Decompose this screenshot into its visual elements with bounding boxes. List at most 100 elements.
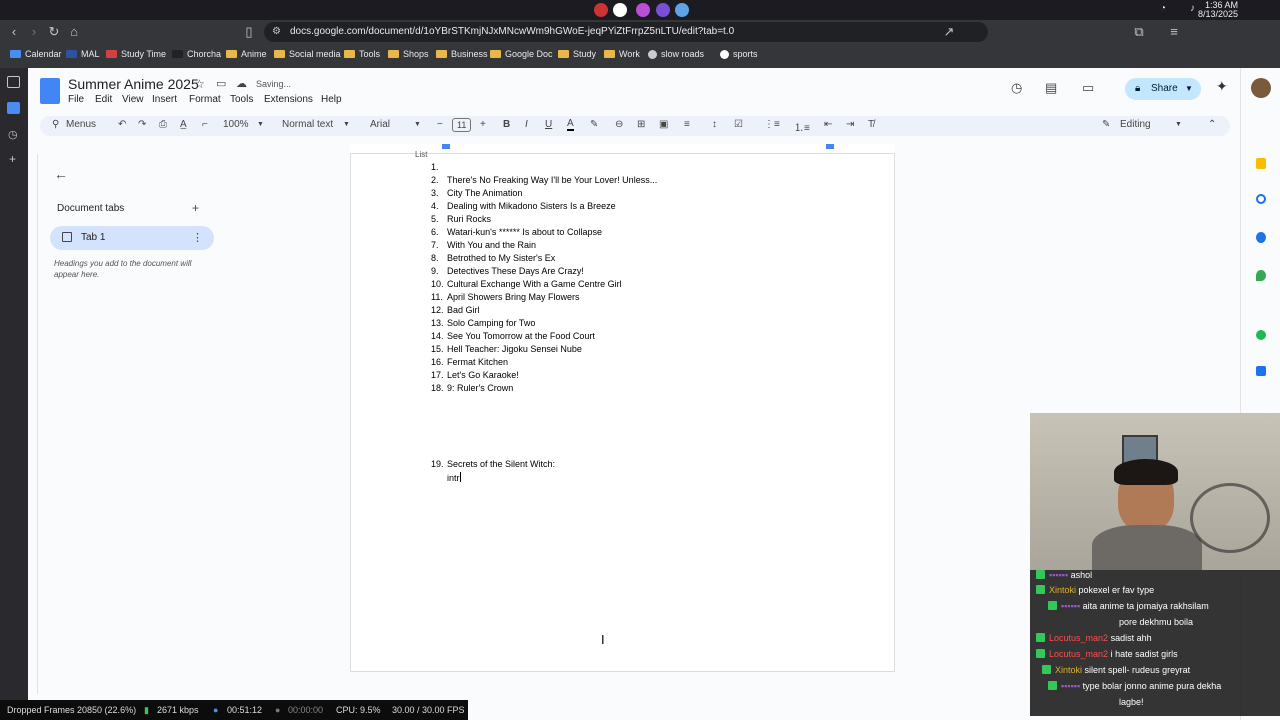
back-icon[interactable]: ‹ [5,23,23,41]
font-size-input[interactable]: 11 [452,118,472,132]
align-icon[interactable]: ≡ [684,119,690,130]
bookmark-anime[interactable]: Anime [226,49,267,59]
numbered-list-icon[interactable]: ⒈≡ [794,119,810,134]
document-page[interactable]: List 1. 2. There's No Freaking Way I'll be… [350,150,895,672]
list-item-12[interactable]: 12. Bad Girl [431,305,480,315]
indent-marker[interactable] [442,144,450,149]
list-item-5[interactable]: 5. Ruri Rocks [431,214,491,224]
bookmark-slow-roads[interactable]: slow roads [648,49,704,59]
system-clock[interactable]: 1:36 AM 8/13/2025 [1198,1,1238,19]
bookmark-study-time[interactable]: Study Time [106,49,166,59]
bookmark-work[interactable]: Work [604,49,640,59]
keep-icon[interactable] [1256,158,1266,169]
increase-font-icon[interactable]: + [480,119,486,130]
text-color-icon[interactable]: A [567,119,574,131]
chevron-down-icon[interactable]: ▼ [1175,121,1182,128]
gemini-icon[interactable]: ✦ [1216,78,1228,95]
vertical-ruler[interactable] [28,154,38,694]
bookmark-social-media[interactable]: Social media [274,49,341,59]
addon-icon[interactable] [1256,330,1266,340]
address-bar[interactable]: ⚙ docs.google.com/document/d/1oYBrSTKmjN… [264,22,988,42]
underline-icon[interactable]: U [545,119,552,130]
chevron-down-icon[interactable]: ▼ [414,121,421,128]
meet-icon[interactable]: ▭ [1082,80,1094,96]
right-margin-marker[interactable] [826,144,834,149]
version-history-icon[interactable]: ◷ [1011,80,1022,96]
tab-options-icon[interactable]: ⋮ [192,231,203,244]
list-item-11[interactable]: 11. April Showers Bring May Flowers [431,292,580,302]
menus-search[interactable]: Menus [66,119,96,130]
extensions-icon[interactable]: ⧉ [1130,23,1148,41]
decrease-font-icon[interactable]: − [437,119,443,130]
list-item-10[interactable]: 10. Cultural Exchange With a Game Centre … [431,279,622,289]
app-tray-icon[interactable] [656,3,670,17]
document-title[interactable]: Summer Anime 2025 [68,76,199,92]
list-item-4[interactable]: 4. Dealing with Mikadono Sisters Is a Bre… [431,201,616,211]
list-item-16[interactable]: 16. Fermat Kitchen [431,357,508,367]
share-button[interactable]: 🔒︎ Share ▼ [1125,78,1201,100]
star-icon[interactable]: ☆ [194,77,205,91]
list-item-9[interactable]: 9. Detectives These Days Are Crazy! [431,266,584,276]
share-page-icon[interactable]: ↗ [940,23,958,41]
app-tray-icon[interactable] [594,3,608,17]
list-item-7[interactable]: 7. With You and the Rain [431,240,536,250]
docs-logo-icon[interactable] [40,78,60,104]
link-icon[interactable]: ⊖ [615,119,623,130]
pencil-icon[interactable]: ✎ [1102,119,1110,130]
add-panel-icon[interactable]: + [9,152,16,166]
paint-format-icon[interactable]: ⌐ [202,119,208,130]
contacts-icon[interactable] [1256,232,1266,243]
reload-icon[interactable]: ↻ [45,23,63,41]
app-tray-icon[interactable] [675,3,689,17]
menu-edit[interactable]: Edit [95,94,112,105]
list-item-14[interactable]: 14. See You Tomorrow at the Food Court [431,331,595,341]
decrease-indent-icon[interactable]: ⇤ [824,119,832,130]
style-select[interactable]: Normal text [282,119,333,130]
menu-file[interactable]: File [68,94,84,105]
editing-mode-select[interactable]: Editing [1120,119,1151,130]
panel-icon[interactable] [7,76,20,88]
menu-view[interactable]: View [122,94,144,105]
highlight-icon[interactable]: ✎ [590,119,598,130]
bookmark-mal[interactable]: MAL [66,49,100,59]
print-icon[interactable]: ⎙ [159,119,167,130]
spellcheck-icon[interactable]: A̲ [180,119,187,130]
bookmark-tools[interactable]: Tools [344,49,380,59]
undo-icon[interactable]: ↶ [118,119,126,130]
list-item-3[interactable]: 3. City The Animation [431,188,522,198]
docs-panel-icon[interactable] [7,102,20,114]
chevron-up-icon[interactable]: ⌃ [1208,119,1216,130]
menu-insert[interactable]: Insert [152,94,177,105]
bookmark-shops[interactable]: Shops [388,49,429,59]
image-icon[interactable]: ▣ [659,119,668,130]
bookmark-sports[interactable]: sports [720,49,758,59]
menu-tools[interactable]: Tools [230,94,253,105]
clear-formatting-icon[interactable]: T̸ [868,119,874,130]
addon-icon[interactable] [1256,366,1266,376]
tasks-icon[interactable] [1256,194,1266,204]
redo-icon[interactable]: ↷ [138,119,146,130]
chevron-down-icon[interactable]: ▼ [343,121,350,128]
menu-extensions[interactable]: Extensions [264,94,313,105]
wifi-icon[interactable]: ◔ [1160,3,1166,14]
chevron-down-icon[interactable]: ▼ [257,121,264,128]
list-item-15[interactable]: 15. Hell Teacher: Jigoku Sensei Nube [431,344,582,354]
move-icon[interactable]: ▭ [216,77,226,90]
bookmark-calendar[interactable]: Calendar [10,49,62,59]
app-tray-icon[interactable] [636,3,650,17]
chevron-down-icon[interactable]: ▼ [1185,78,1193,100]
list-item-17[interactable]: 17. Let's Go Karaoke! [431,370,519,380]
italic-icon[interactable]: I [525,119,528,130]
bulleted-list-icon[interactable]: ⋮≡ [764,119,780,130]
comment-icon[interactable]: ⊞ [637,119,645,130]
add-tab-icon[interactable]: + [192,201,199,215]
list-item-8[interactable]: 8. Betrothed to My Sister's Ex [431,253,555,263]
bookmark-chorcha[interactable]: Chorcha [172,49,221,59]
bookmark-icon[interactable]: ▯ [240,23,258,41]
search-icon[interactable]: ⚲ [52,119,59,130]
list-item-19[interactable]: 19. Secrets of the Silent Witch: [431,459,555,469]
maps-icon[interactable] [1256,270,1266,281]
bold-icon[interactable]: B [503,119,510,130]
list-item-2[interactable]: 2. There's No Freaking Way I'll be Your L… [431,175,657,185]
line-spacing-icon[interactable]: ↕ [712,119,717,130]
